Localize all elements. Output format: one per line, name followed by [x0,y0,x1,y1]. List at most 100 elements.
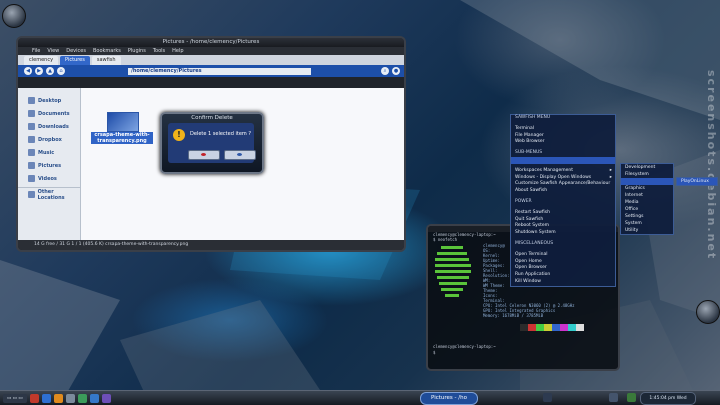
menu-item[interactable]: Terminal [511,126,615,133]
sawfish-menu: SAWFISH MENU Terminal File Manager Web Brow… [510,114,616,287]
clock: 1:45:04 pm Wed [640,392,696,405]
menu-item-label: Workspaces Management [515,167,574,173]
sidebar-item-other-locations[interactable]: Other Locations [18,187,80,201]
go-icon[interactable]: ● [392,67,400,75]
cancel-button[interactable] [224,150,256,160]
dialog-title: Confirm Delete [191,115,233,121]
menu-file[interactable]: File [32,48,40,54]
menu-item-label: Web Browser [515,139,545,145]
menu-header: POWER [511,199,615,206]
menu-item-label: Open Browser [515,265,547,271]
volume-icon[interactable] [609,393,618,402]
menu-item-label: File Manager [515,132,544,138]
menu-item-label: Open Terminal [515,251,548,257]
menu-devices[interactable]: Devices [66,48,86,54]
status-bar: 14 G free / 31 G 1 / 1 (405.6 K) crsapa-… [18,240,404,250]
app-icon-blue[interactable] [41,393,51,403]
confirm-delete-dialog: Confirm Delete ! Delete 1 selected item … [160,112,264,174]
submenu-item[interactable]: Development [621,164,673,171]
tray-icon[interactable] [543,393,552,402]
menu-item-label: Customize Sawfish Appearance/Behaviour [515,181,611,187]
submenu-item[interactable]: Settings [621,213,673,220]
window-title: Pictures - /home/clemency/Pictures [18,38,404,47]
menu-tools[interactable]: Tools [153,48,165,54]
taskbar: ▭ ▭ ▭ Pictures - /ho 1:45:04 pm Wed [0,390,720,405]
sidebar-item-label: Dropbox [38,136,62,143]
desktop-corner-button[interactable] [2,4,26,28]
tab-pictures[interactable]: Pictures [60,56,90,65]
menu-item-label: SAWFISH MENU [515,115,551,120]
desktop-corner-button-right[interactable] [696,300,720,324]
submenu-item[interactable]: Internet [621,192,673,199]
delete-button[interactable] [188,150,220,160]
pictures-icon [28,162,35,169]
tab-sawfish[interactable]: sawfish [91,56,121,65]
taskbar-window-list[interactable]: ▭ ▭ ▭ [3,393,27,403]
submenu-item[interactable]: Office [621,206,673,213]
sidebar-item-music[interactable]: Music [18,146,80,159]
app-icon-orange[interactable] [53,393,63,403]
menu-item-label: About Sawfish [515,188,548,194]
menu-item-playonlinux[interactable]: PlayOnLinux [677,178,717,185]
sidebar-item-videos[interactable]: Videos [18,172,80,185]
menu-plugins[interactable]: Plugins [128,48,146,54]
menu-item[interactable]: About Sawfish [511,188,615,195]
menu-header: SAWFISH MENU [511,115,615,122]
sidebar-item-dropbox[interactable]: Dropbox [18,133,80,146]
menu-help[interactable]: Help [172,48,183,54]
file-label[interactable]: crsapa-theme-with-transparency.png [91,132,153,144]
sidebar-item-downloads[interactable]: Downloads [18,120,80,133]
distro-logo-art [433,244,473,304]
submenu-item[interactable]: System [621,220,673,227]
sub-menu-2: PlayOnLinux [676,177,718,186]
menu-item[interactable]: Kill Window [511,279,615,286]
desktop-icon [28,97,35,104]
dialog-message: Delete 1 selected item ? [190,131,252,137]
app-icon-purple[interactable] [101,393,111,403]
tab-clemency[interactable]: clemency [24,56,59,65]
dropbox-icon [28,136,35,143]
search-icon[interactable]: ⌕ [381,67,389,75]
menu-item[interactable]: Web Browser [511,139,615,146]
up-icon[interactable]: ▲ [46,67,54,75]
location-bar[interactable]: /home/clemency/Pictures [128,67,311,75]
sidebar-item-label: Videos [38,175,57,182]
menu-item[interactable] [511,156,615,164]
app-icon-gray[interactable] [65,393,75,403]
battery-icon[interactable] [627,393,636,402]
sidebar-item-label: Documents [38,110,70,117]
app-icon-green[interactable] [77,393,87,403]
image-file-icon[interactable] [107,112,139,132]
menu-item[interactable]: Workspaces Management ▸ [511,168,615,175]
submenu-item[interactable]: Graphics [621,185,673,192]
sidebar-item-label: Downloads [38,123,69,130]
menu-item[interactable]: Run Application [511,272,615,279]
dialog-body: ! Delete 1 selected item ? [168,123,256,163]
back-icon[interactable]: ◀ [24,67,32,75]
menu-view[interactable]: View [47,48,59,54]
menu-item-label: Restart Sawfish [515,209,550,215]
submenu-item[interactable] [621,178,673,185]
menu-item[interactable]: Shutdown System [511,230,615,237]
app-icon-blue-2[interactable] [89,393,99,403]
sidebar-item-pictures[interactable]: Pictures [18,159,80,172]
app-icon-red[interactable] [29,393,39,403]
watermark-text: screenshots.debian.net [705,70,718,261]
submenu-item[interactable]: Filesystem [621,171,673,178]
forward-icon[interactable]: ▶ [35,67,43,75]
taskbar-active-window[interactable]: Pictures - /ho [420,392,478,405]
documents-icon [28,110,35,117]
menu-item-label: Terminal [515,125,535,131]
home-icon[interactable]: ⌂ [57,67,65,75]
submenu-item[interactable]: Media [621,199,673,206]
sidebar-item-desktop[interactable]: Desktop [18,94,80,107]
color-palette [520,324,584,331]
sub-menu: Development Filesystem Graphics Internet Med… [620,163,674,235]
menu-item[interactable]: Open Terminal [511,252,615,259]
sidebar-item-documents[interactable]: Documents [18,107,80,120]
sidebar: Desktop Documents Downloads Dropbox Musi… [18,88,81,240]
menu-item-label: POWER [515,198,532,204]
menu-item[interactable]: Restart Sawfish [511,210,615,217]
submenu-item[interactable]: Utility [621,227,673,234]
menu-bookmarks[interactable]: Bookmarks [93,48,121,54]
